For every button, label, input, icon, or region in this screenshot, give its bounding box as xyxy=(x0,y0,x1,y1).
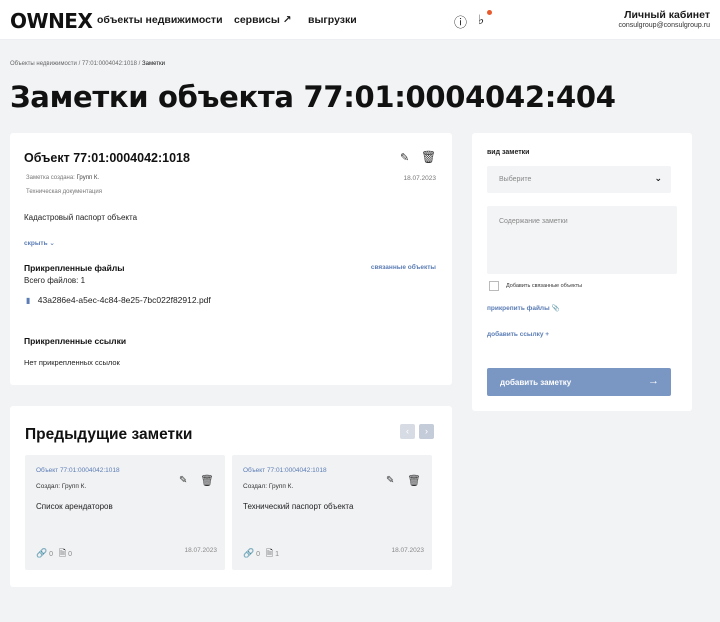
edit-icon[interactable]: ✎ xyxy=(179,475,187,486)
breadcrumb-separator: / xyxy=(138,61,141,67)
arrow-right-icon: → xyxy=(648,375,659,387)
edit-icon[interactable]: ✎ xyxy=(400,151,409,164)
add-link-label: добавить ссылку xyxy=(487,331,544,338)
previous-notes-heading: Предыдущие заметки xyxy=(25,426,193,443)
attach-files-button[interactable]: прикрепить файлы 📎 xyxy=(487,304,560,312)
links-count: 0 xyxy=(49,551,54,558)
previous-note-body: Технический паспорт объекта xyxy=(243,502,354,511)
attached-file[interactable]: ▮ 43a286e4-a5ec-4c84-8e25-7bc022f82912.p… xyxy=(26,295,211,305)
paperclip-icon: 📎 xyxy=(551,305,560,312)
account-link[interactable]: Личный кабинет consulgroup@consulgroup.r… xyxy=(618,9,710,29)
account-email: consulgroup@consulgroup.ru xyxy=(618,22,710,29)
plus-icon: + xyxy=(545,331,550,338)
note-type-label: вид заметки xyxy=(487,149,530,156)
link-icon: 🔗 xyxy=(36,548,48,558)
linked-objects-link[interactable]: связанные объекты xyxy=(371,264,436,271)
files-count: Всего файлов: 1 xyxy=(24,276,86,285)
attached-links-value: Нет прикрепленных ссылок xyxy=(24,358,120,367)
help-icon[interactable]: ⓘ xyxy=(454,12,467,31)
files-count: 0 xyxy=(68,551,73,558)
nav-services[interactable]: сервисы ↗ xyxy=(234,14,292,26)
nav-real-estate[interactable]: объекты недвижимости xyxy=(97,14,223,26)
previous-note-body: Список арендаторов xyxy=(36,502,113,511)
hide-toggle[interactable]: скрыть ⌄ xyxy=(24,239,55,247)
add-note-label: добавить заметку xyxy=(500,378,572,387)
file-icon: ▮ xyxy=(26,296,31,305)
attach-files-label: прикрепить файлы xyxy=(487,305,550,312)
file-icon: 🗎 xyxy=(265,548,274,558)
previous-note-stats: 🔗 0 🗎 1 xyxy=(243,546,279,562)
add-note-button[interactable]: добавить заметку → xyxy=(487,368,671,396)
note-body: Кадастровый паспорт объекта xyxy=(24,213,138,222)
breadcrumb: Объекты недвижимости / 77:01:0004042:101… xyxy=(10,61,165,67)
chevron-down-icon: ⌄ xyxy=(654,173,662,183)
ownex-logo[interactable]: OWNEX xyxy=(10,9,93,33)
created-by: Групп К. xyxy=(76,175,100,181)
page-title: Заметки объекта 77:01:0004042:404 xyxy=(10,80,616,114)
file-icon: 🗎 xyxy=(58,548,67,558)
previous-note-stats: 🔗 0 🗎 0 xyxy=(36,546,72,562)
file-name: 43a286e4-a5ec-4c84-8e25-7bc022f82912.pdf xyxy=(37,295,211,305)
previous-note-card[interactable]: Объект 77:01:0004042:1018 ✎ 🗑 Создал: Гр… xyxy=(232,455,432,570)
files-count: 1 xyxy=(275,551,280,558)
linked-objects-checkbox-label: Добавить связанные объекты xyxy=(506,283,583,289)
note-creator: Заметка создана: Групп К. xyxy=(26,175,99,181)
note-type-select[interactable]: Выберите ⌄ xyxy=(487,166,671,193)
linked-objects-checkbox[interactable] xyxy=(489,281,499,291)
prev-arrow-button[interactable]: ‹ xyxy=(400,424,415,439)
nav-exports[interactable]: выгрузки xyxy=(308,14,357,26)
top-bar: OWNEX объекты недвижимости сервисы ↗ выг… xyxy=(0,0,720,40)
attached-links-heading: Прикрепленные ссылки xyxy=(24,336,127,346)
attached-files-heading: Прикрепленные файлы xyxy=(24,263,125,273)
note-title: Объект 77:01:0004042:1018 xyxy=(24,151,190,165)
previous-note-date: 18.07.2023 xyxy=(184,547,217,554)
chevron-down-icon: ⌄ xyxy=(49,240,55,247)
note-type-placeholder: Выберите xyxy=(499,176,532,183)
previous-note-author: Создал: Групп К. xyxy=(36,483,87,490)
previous-note-card[interactable]: Объект 77:01:0004042:1018 ✎ 🗑 Создал: Гр… xyxy=(25,455,225,570)
note-type: Техническая документация xyxy=(26,189,102,195)
add-note-form: вид заметки Выберите ⌄ Содержание заметк… xyxy=(472,133,692,411)
trash-icon[interactable]: 🗑 xyxy=(200,474,214,487)
edit-icon[interactable]: ✎ xyxy=(386,475,394,486)
previous-note-title[interactable]: Объект 77:01:0004042:1018 xyxy=(36,467,120,474)
trash-icon[interactable]: 🗑 xyxy=(421,150,436,164)
hide-label: скрыть xyxy=(24,240,48,247)
previous-note-title[interactable]: Объект 77:01:0004042:1018 xyxy=(243,467,327,474)
trash-icon[interactable]: 🗑 xyxy=(407,474,421,487)
add-link-button[interactable]: добавить ссылку + xyxy=(487,331,549,338)
note-date: 18.07.2023 xyxy=(403,175,436,182)
breadcrumb-object[interactable]: 77:01:0004042:1018 xyxy=(82,61,137,67)
breadcrumb-current: Заметки xyxy=(142,61,165,67)
created-label: Заметка создана: xyxy=(26,175,75,181)
next-arrow-button[interactable]: › xyxy=(419,424,434,439)
note-card: Объект 77:01:0004042:1018 ✎ 🗑 Заметка со… xyxy=(10,133,452,385)
link-icon: 🔗 xyxy=(243,548,255,558)
previous-note-author: Создал: Групп К. xyxy=(243,483,294,490)
note-content-placeholder: Содержание заметки xyxy=(499,218,568,225)
previous-notes-card: Предыдущие заметки ‹ › Объект 77:01:0004… xyxy=(10,406,452,587)
previous-note-date: 18.07.2023 xyxy=(391,547,424,554)
breadcrumb-separator: / xyxy=(78,61,81,67)
breadcrumb-real-estate[interactable]: Объекты недвижимости xyxy=(10,61,77,67)
note-content-textarea[interactable]: Содержание заметки xyxy=(487,206,677,274)
bell-icon[interactable]: ♭ xyxy=(478,12,484,28)
links-count: 0 xyxy=(256,551,261,558)
account-title: Личный кабинет xyxy=(624,9,710,21)
notification-dot xyxy=(487,10,492,15)
